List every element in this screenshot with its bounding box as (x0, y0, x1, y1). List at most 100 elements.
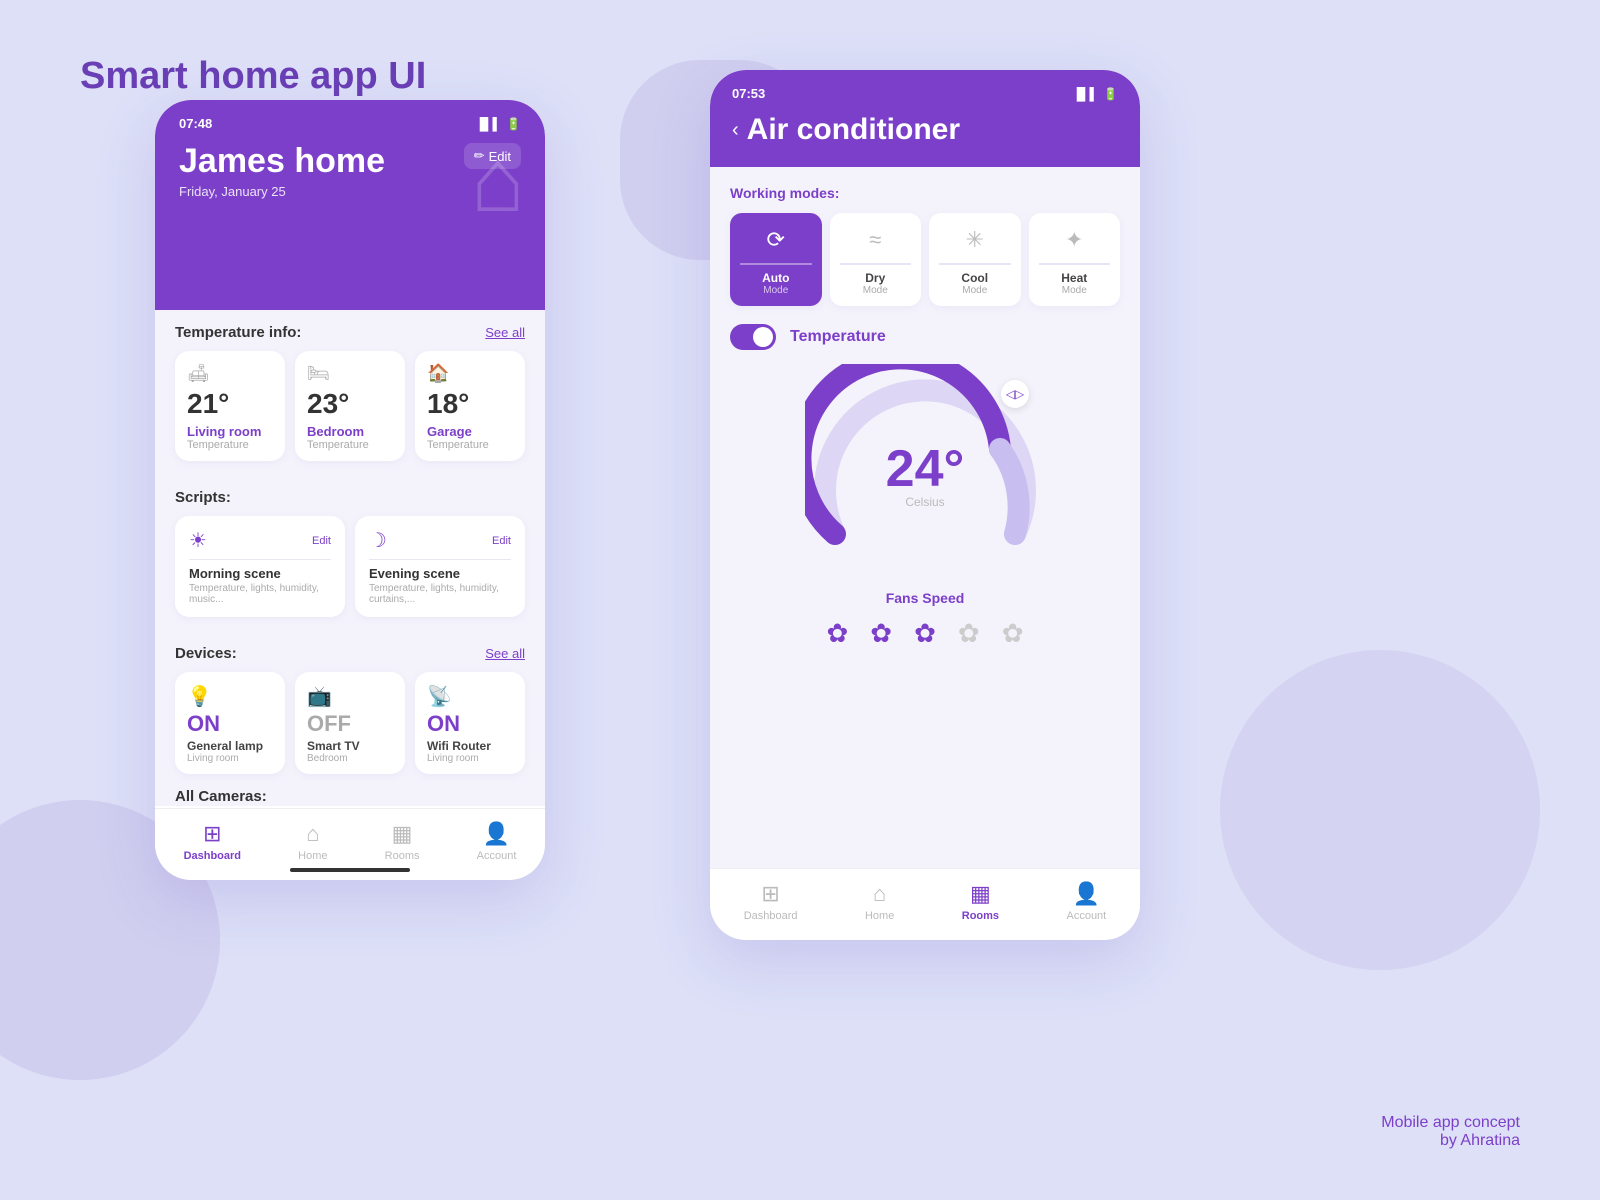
fans-speed-section: Fans Speed ✿ ✿ ✿ ✿ ✿ (730, 590, 1120, 649)
nav2-home-label: Home (865, 910, 894, 922)
footer-line1: Mobile app concept (1381, 1114, 1520, 1132)
mode-auto[interactable]: ⟳ Auto Mode (730, 213, 822, 306)
evening-scene-card[interactable]: ☽ Edit Evening scene Temperature, lights… (355, 516, 525, 617)
status-bar-1: 07:48 ▐▌▌ 🔋 (179, 116, 521, 131)
fan-5[interactable]: ✿ (1002, 618, 1024, 649)
dial-temp-value: 24° (886, 439, 965, 499)
fans-row: ✿ ✿ ✿ ✿ ✿ (730, 618, 1120, 649)
cool-mode-name: Cool (961, 271, 988, 285)
auto-mode-name: Auto (762, 271, 789, 285)
nav-rooms[interactable]: ▦ Rooms (385, 821, 420, 862)
home-name: James home (179, 143, 385, 180)
script-cards: ☀ Edit Morning scene Temperature, lights… (175, 516, 525, 617)
temp-see-all[interactable]: See all (485, 325, 525, 340)
back-button[interactable]: ‹ (732, 119, 739, 142)
temp-cards: 🛋 21° Living room Temperature 🛏 23° Bedr… (175, 351, 525, 461)
temperature-section: Temperature info: See all 🛋 21° Living r… (155, 310, 545, 461)
lamp-name: General lamp (187, 739, 273, 753)
devices-see-all[interactable]: See all (485, 646, 525, 661)
tv-device-card[interactable]: 📺 OFF Smart TV Bedroom (295, 672, 405, 774)
evening-edit-btn[interactable]: Edit (492, 535, 511, 547)
garage-icon: 🏠 (427, 363, 513, 384)
nav2-home[interactable]: ⌂ Home (865, 881, 894, 922)
scripts-section: Scripts: ☀ Edit Morning scene Temperatur… (155, 475, 545, 617)
phone2-body: Working modes: ⟳ Auto Mode ≈ Dry Mode ✳ (710, 167, 1140, 937)
temp-card-living[interactable]: 🛋 21° Living room Temperature (175, 351, 285, 461)
nav2-rooms[interactable]: ▦ Rooms (962, 881, 999, 922)
wifi-room: Living room (427, 753, 513, 764)
bedroom-temp-room: Bedroom (307, 424, 393, 439)
temp-card-bedroom[interactable]: 🛏 23° Bedroom Temperature (295, 351, 405, 461)
dry-icon: ≈ (869, 227, 881, 253)
wifi-status: ON (427, 711, 513, 737)
fan-2[interactable]: ✿ (870, 618, 892, 649)
dial-handle[interactable]: ◁▷ (1001, 380, 1029, 408)
time-1: 07:48 (179, 116, 212, 131)
fan-3[interactable]: ✿ (914, 618, 936, 649)
temp-toggle-row: Temperature (730, 324, 1120, 350)
auto-mode-sub: Mode (763, 285, 788, 296)
nav2-dashboard[interactable]: ⊞ Dashboard (744, 881, 798, 922)
mode-dry[interactable]: ≈ Dry Mode (830, 213, 922, 306)
dry-mode-name: Dry (865, 271, 885, 285)
sun-icon: ☀ (189, 528, 207, 553)
living-temp-room: Living room (187, 424, 273, 439)
dashboard-icon: ⊞ (203, 821, 221, 847)
rooms-icon: ▦ (392, 821, 413, 847)
wifi-device-card[interactable]: 📡 ON Wifi Router Living room (415, 672, 525, 774)
status-bar-2: 07:53 ▐▌▌ 🔋 (732, 86, 1118, 101)
evening-scene-name: Evening scene (369, 566, 511, 581)
wifi-router-icon: 📡 (427, 684, 513, 709)
devices-section: Devices: See all 💡 ON General lamp Livin… (155, 631, 545, 774)
signal-icon-2: ▐▌▌ (1073, 87, 1099, 101)
morning-edit-btn[interactable]: Edit (312, 535, 331, 547)
phone1-body: Temperature info: See all 🛋 21° Living r… (155, 310, 545, 806)
temp-card-garage[interactable]: 🏠 18° Garage Temperature (415, 351, 525, 461)
phone2-header: 07:53 ▐▌▌ 🔋 ‹ Air conditioner (710, 70, 1140, 167)
nav2-account[interactable]: 👤 Account (1066, 881, 1106, 922)
fan-1[interactable]: ✿ (827, 618, 849, 649)
morning-scene-name: Morning scene (189, 566, 331, 581)
morning-scene-card[interactable]: ☀ Edit Morning scene Temperature, lights… (175, 516, 345, 617)
bedroom-temp-value: 23° (307, 388, 393, 420)
mode-heat[interactable]: ✦ Heat Mode (1029, 213, 1121, 306)
home-icon-2: ⌂ (873, 881, 886, 907)
dial-center: 24° Celsius (886, 439, 965, 509)
cool-mode-sub: Mode (962, 285, 987, 296)
lamp-device-card[interactable]: 💡 ON General lamp Living room (175, 672, 285, 774)
dashboard-icon-2: ⊞ (761, 881, 779, 907)
nav-dashboard[interactable]: ⊞ Dashboard (184, 821, 241, 862)
time-2: 07:53 (732, 86, 765, 101)
cameras-section: All Cameras: (155, 774, 545, 806)
wifi-name: Wifi Router (427, 739, 513, 753)
account-icon: 👤 (483, 821, 510, 847)
fan-4[interactable]: ✿ (958, 618, 980, 649)
wifi-icon: 🔋 (506, 117, 521, 131)
nav2-dashboard-label: Dashboard (744, 910, 798, 922)
temp-section-title: Temperature info: (175, 324, 301, 341)
nav-rooms-label: Rooms (385, 850, 420, 862)
nav-home-label: Home (298, 850, 327, 862)
nav-account[interactable]: 👤 Account (477, 821, 517, 862)
garage-temp-value: 18° (427, 388, 513, 420)
phone2: 07:53 ▐▌▌ 🔋 ‹ Air conditioner Working mo… (710, 70, 1140, 940)
tv-status: OFF (307, 711, 393, 737)
auto-icon: ⟳ (767, 227, 785, 253)
garage-temp-room: Garage (427, 424, 513, 439)
nav-dashboard-label: Dashboard (184, 850, 241, 862)
mode-cool[interactable]: ✳ Cool Mode (929, 213, 1021, 306)
moon-icon: ☽ (369, 528, 387, 553)
lamp-room: Living room (187, 753, 273, 764)
home-deco-icon: ⌂ (471, 130, 525, 233)
temperature-dial[interactable]: 24° Celsius ◁▷ (805, 364, 1045, 574)
cameras-title: All Cameras: (175, 788, 267, 805)
evening-scene-desc: Temperature, lights, humidity, curtains,… (369, 583, 511, 605)
device-cards: 💡 ON General lamp Living room 📺 OFF Smar… (175, 672, 525, 774)
cool-icon: ✳ (966, 227, 984, 253)
temp-toggle[interactable] (730, 324, 776, 350)
home-date: Friday, January 25 (179, 184, 385, 199)
tv-icon: 📺 (307, 684, 393, 709)
lamp-status: ON (187, 711, 273, 737)
temp-section-label: Temperature (790, 328, 886, 346)
nav-home[interactable]: ⌂ Home (298, 821, 327, 862)
